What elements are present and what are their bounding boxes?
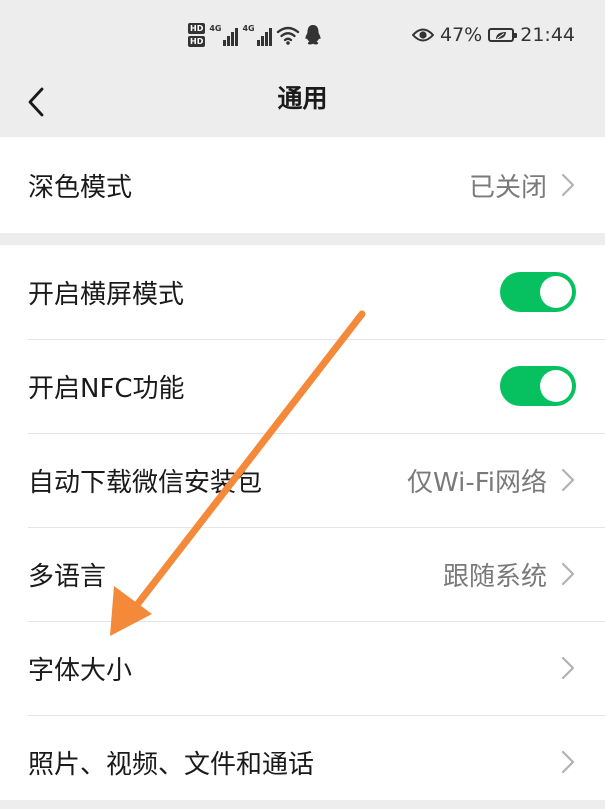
setting-value: 已关闭 xyxy=(468,172,547,203)
setting-row-media-and-calls[interactable]: 照片、视频、文件和通话 xyxy=(0,715,605,809)
chevron-right-icon xyxy=(561,468,575,492)
chevron-right-icon xyxy=(561,656,575,680)
setting-value: 仅Wi-Fi网络 xyxy=(406,467,547,498)
setting-row-dark-mode[interactable]: 深色模式 已关闭 xyxy=(0,137,605,233)
status-icons-left: HD HD 4G 4G xyxy=(188,20,322,50)
battery-percentage: 47% xyxy=(440,24,483,46)
signal-icon-secondary: 4G xyxy=(242,24,272,46)
eye-icon xyxy=(412,28,434,42)
toggle-knob xyxy=(540,370,572,402)
setting-label: 开启NFC功能 xyxy=(28,373,185,404)
battery-icon xyxy=(488,28,518,42)
network-type-label-secondary: 4G xyxy=(242,24,255,33)
settings-group-display: 深色模式 已关闭 xyxy=(0,137,605,233)
status-bar: HD HD 4G 4G 47% 21:44 xyxy=(0,0,605,68)
page-title: 通用 xyxy=(277,84,328,113)
wifi-icon xyxy=(276,26,299,45)
landscape-mode-toggle[interactable] xyxy=(500,272,576,312)
setting-row-auto-download[interactable]: 自动下载微信安装包 仅Wi-Fi网络 xyxy=(0,433,605,527)
leaf-icon xyxy=(496,31,507,39)
hd-icon: HD HD xyxy=(188,23,206,47)
nfc-toggle[interactable] xyxy=(500,366,576,406)
setting-label: 自动下载微信安装包 xyxy=(28,467,263,498)
status-time: 21:44 xyxy=(520,24,575,46)
setting-value: 跟随系统 xyxy=(442,561,547,592)
setting-label: 深色模式 xyxy=(28,172,133,203)
hd-badge-bottom: HD xyxy=(188,36,206,47)
hd-badge-top: HD xyxy=(188,23,206,34)
setting-row-language[interactable]: 多语言 跟随系统 xyxy=(0,527,605,621)
network-type-label: 4G xyxy=(209,24,222,33)
settings-group-general: 开启横屏模式 开启NFC功能 自动下载微信安装包 仅Wi-Fi网络 多语言 跟随… xyxy=(0,245,605,800)
setting-row-font-size[interactable]: 字体大小 xyxy=(0,621,605,715)
qq-icon xyxy=(305,25,321,45)
chevron-right-icon xyxy=(561,562,575,586)
signal-icon: 4G xyxy=(209,24,239,46)
status-icons-right: 47% 21:44 xyxy=(412,20,575,50)
toggle-knob xyxy=(540,276,572,308)
setting-row-nfc[interactable]: 开启NFC功能 xyxy=(0,339,605,433)
chevron-right-icon xyxy=(561,750,575,774)
setting-label: 多语言 xyxy=(28,561,107,592)
setting-label: 照片、视频、文件和通话 xyxy=(28,749,315,780)
navigation-bar: 通用 xyxy=(0,68,605,136)
setting-label: 开启横屏模式 xyxy=(28,279,185,310)
setting-label: 字体大小 xyxy=(28,655,133,686)
setting-row-landscape-mode[interactable]: 开启横屏模式 xyxy=(0,245,605,339)
chevron-right-icon xyxy=(561,173,575,197)
